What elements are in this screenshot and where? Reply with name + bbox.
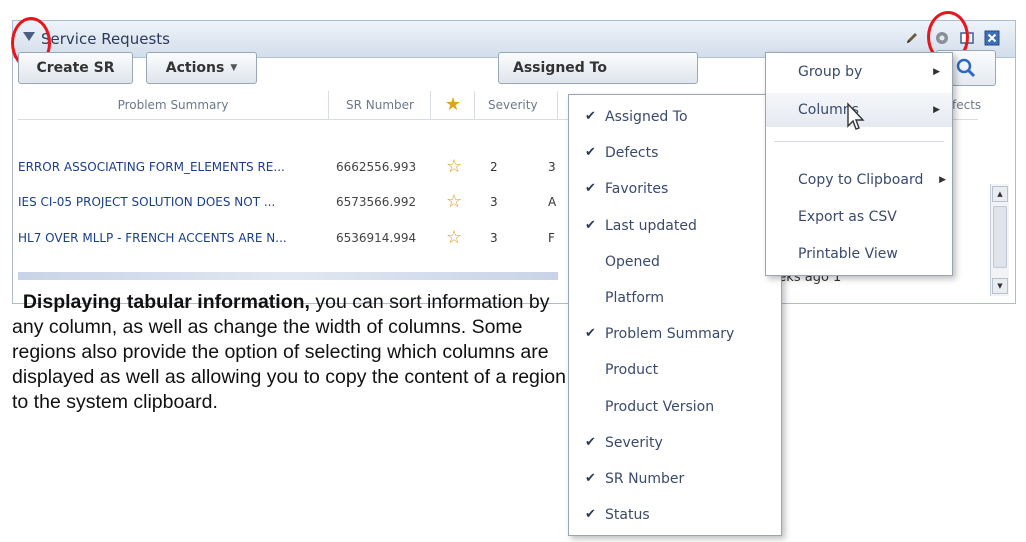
column-option-label: Product bbox=[605, 362, 659, 379]
status-cell: 3 bbox=[548, 160, 556, 174]
mouse-pointer-icon bbox=[847, 102, 865, 130]
close-icon[interactable] bbox=[984, 30, 1000, 46]
menu-item-label: Group by bbox=[798, 64, 863, 80]
columns-submenu: ✔ Assigned To ✔ Defects ✔ Favorites ✔ Last upda… bbox=[568, 94, 782, 536]
column-option[interactable]: ✔ Last updated bbox=[569, 206, 781, 246]
status-cell: A bbox=[548, 195, 557, 209]
sr-number-cell: 6573566.992 bbox=[336, 195, 417, 209]
column-option-label: Assigned To bbox=[605, 109, 688, 125]
scroll-down-arrow-icon[interactable]: ▼ bbox=[992, 278, 1008, 294]
submenu-arrow-icon: ▶ bbox=[939, 175, 946, 185]
menu-item-label: Printable View bbox=[798, 246, 898, 262]
column-option[interactable]: ✔ SR Number bbox=[569, 459, 781, 499]
column-header-defects[interactable]: fects bbox=[952, 91, 992, 119]
column-option-label: Favorites bbox=[605, 181, 669, 198]
column-option-label: Opened bbox=[605, 253, 660, 270]
menu-item-group-by[interactable]: Group by ▶ bbox=[766, 55, 952, 89]
column-option-label: Defects bbox=[605, 145, 659, 162]
column-option-label: Status bbox=[605, 507, 650, 524]
chevron-down-icon: ▼ bbox=[230, 63, 238, 73]
column-header-favorites[interactable]: ★ bbox=[432, 91, 475, 119]
severity-cell: 3 bbox=[490, 195, 498, 209]
partial-table-row bbox=[18, 272, 558, 280]
assigned-to-label: Assigned To bbox=[513, 60, 607, 76]
checkmark-icon: ✔ bbox=[585, 434, 596, 450]
menu-item-copy-to-clipboard[interactable]: Copy to Clipboard ▶ bbox=[766, 163, 952, 197]
gear-menu: Group by ▶ Columns ▶ Copy to Clipboard ▶… bbox=[765, 52, 953, 276]
menu-item-label: Copy to Clipboard bbox=[798, 172, 924, 188]
column-option[interactable]: Opened bbox=[569, 242, 781, 282]
column-header-severity[interactable]: Severity bbox=[476, 91, 558, 119]
column-header-problem-summary[interactable]: Problem Summary bbox=[18, 91, 329, 119]
column-header-sr-number[interactable]: SR Number bbox=[330, 91, 431, 119]
column-option-label: Severity bbox=[605, 434, 663, 451]
column-option-label: SR Number bbox=[605, 471, 685, 487]
checkmark-icon: ✔ bbox=[585, 326, 596, 342]
column-option[interactable]: ✔ Status bbox=[569, 495, 781, 535]
column-option-label: Platform bbox=[605, 290, 665, 306]
column-option[interactable]: ✔ Favorites bbox=[569, 169, 781, 209]
checkmark-icon: ✔ bbox=[585, 471, 596, 486]
column-option[interactable]: ✔ Defects bbox=[569, 133, 781, 173]
sr-number-cell: 6536914.994 bbox=[336, 231, 417, 245]
assigned-to-button[interactable]: Assigned To bbox=[498, 52, 698, 84]
column-option-label: Last updated bbox=[605, 217, 697, 234]
region-title: Service Requests bbox=[41, 30, 170, 48]
scroll-thumb[interactable] bbox=[993, 206, 1007, 268]
menu-item-printable-view[interactable]: Printable View bbox=[766, 237, 952, 271]
checkmark-icon: ✔ bbox=[585, 507, 596, 523]
star-icon: ★ bbox=[444, 94, 462, 115]
submenu-arrow-icon: ▶ bbox=[933, 67, 940, 77]
column-option[interactable]: ✔ Assigned To bbox=[569, 97, 781, 137]
create-sr-label: Create SR bbox=[36, 60, 115, 76]
search-icon bbox=[956, 58, 976, 78]
table-scrollbar[interactable]: ▲ ▼ bbox=[990, 184, 1009, 296]
description-bold: Displaying tabular information, bbox=[22, 291, 310, 313]
scroll-up-arrow-icon[interactable]: ▲ bbox=[992, 186, 1008, 202]
pencil-icon[interactable] bbox=[904, 30, 920, 46]
column-option[interactable]: Product Version bbox=[569, 387, 781, 427]
actions-button[interactable]: Actions ▼ bbox=[146, 52, 257, 84]
menu-separator bbox=[774, 141, 944, 142]
star-outline-icon[interactable]: ☆ bbox=[446, 223, 470, 253]
problem-summary-link[interactable]: IES CI-05 PROJECT SOLUTION DOES NOT ... bbox=[18, 187, 328, 217]
checkmark-icon: ✔ bbox=[585, 217, 596, 233]
submenu-arrow-icon: ▶ bbox=[933, 105, 940, 115]
severity-cell: 2 bbox=[490, 160, 498, 174]
severity-cell: 3 bbox=[490, 231, 498, 245]
column-option[interactable]: ✔ Problem Summary bbox=[569, 314, 781, 354]
checkmark-icon: ✔ bbox=[585, 145, 596, 161]
menu-item-export-csv[interactable]: Export as CSV bbox=[766, 200, 952, 234]
column-option[interactable]: ✔ Severity bbox=[569, 423, 781, 463]
actions-label: Actions bbox=[165, 60, 225, 76]
status-cell: F bbox=[548, 231, 555, 245]
sr-number-cell: 6662556.993 bbox=[336, 160, 417, 174]
checkmark-icon: ✔ bbox=[585, 181, 596, 197]
description-paragraph: Displaying tabular information, you can … bbox=[12, 290, 577, 415]
column-option-label: Problem Summary bbox=[605, 326, 735, 343]
column-option[interactable]: Platform bbox=[569, 278, 781, 318]
column-option[interactable]: Product bbox=[569, 350, 781, 390]
column-option-label: Product Version bbox=[605, 398, 715, 415]
problem-summary-link[interactable]: ERROR ASSOCIATING FORM_ELEMENTS RE... bbox=[18, 152, 328, 182]
checkmark-icon: ✔ bbox=[585, 109, 596, 124]
star-outline-icon[interactable]: ☆ bbox=[446, 152, 470, 182]
create-sr-button[interactable]: Create SR bbox=[18, 52, 133, 84]
star-outline-icon[interactable]: ☆ bbox=[446, 187, 470, 217]
problem-summary-link[interactable]: HL7 OVER MLLP - FRENCH ACCENTS ARE N... bbox=[18, 223, 328, 253]
menu-item-label: Export as CSV bbox=[798, 209, 897, 225]
